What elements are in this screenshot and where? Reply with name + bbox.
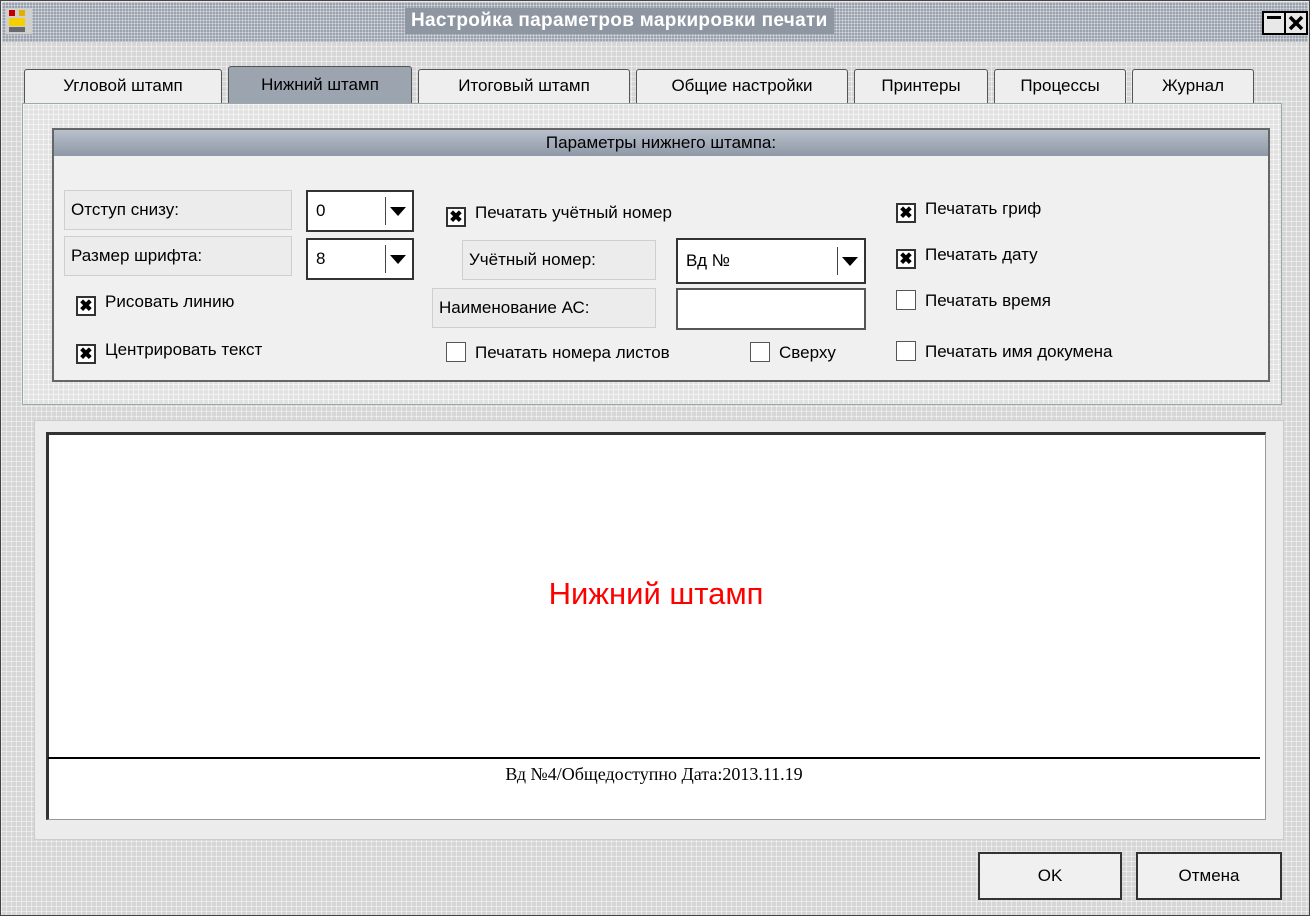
checkbox-unchecked-icon[interactable] [750,342,770,362]
tab-bottom-stamp[interactable]: Нижний штамп [228,66,412,104]
print-account-number-checkbox[interactable]: ✖ Печатать учётный номер [446,200,672,227]
print-date-label: Печатать дату [925,245,1038,264]
checkbox-unchecked-icon[interactable] [446,342,466,362]
tab-printers[interactable]: Принтеры [854,69,988,103]
print-date-checkbox[interactable]: ✖ Печатать дату [896,242,1038,269]
center-text-label: Центрировать текст [105,340,263,359]
tab-total-stamp[interactable]: Итоговый штамп [418,69,630,103]
checkbox-checked-icon[interactable]: ✖ [896,249,916,269]
on-top-label: Сверху [779,343,836,362]
bottom-offset-label: Отступ снизу: [64,190,292,230]
minimize-icon[interactable] [1262,11,1286,35]
as-name-input[interactable] [676,288,866,330]
checkbox-unchecked-icon[interactable] [896,290,916,310]
account-number-combo[interactable]: Вд № [676,238,866,284]
center-text-checkbox[interactable]: ✖ Центрировать текст [76,337,263,364]
close-icon[interactable] [1284,11,1308,35]
group-header: Параметры нижнего штампа: [54,130,1268,156]
print-doc-name-label: Печатать имя докумена [925,342,1113,361]
app-icon[interactable] [6,8,32,34]
tab-journal[interactable]: Журнал [1132,69,1254,103]
stamp-line [48,757,1260,759]
tab-corner-stamp[interactable]: Угловой штамп [24,69,222,103]
font-size-value: 8 [316,249,326,268]
print-doc-name-checkbox[interactable]: Печатать имя докумена [896,339,1113,365]
print-sheet-numbers-checkbox[interactable]: Печатать номера листов [446,340,670,366]
cancel-button[interactable]: Отмена [1136,852,1282,900]
font-size-label: Размер шрифта: [64,236,292,276]
draw-line-checkbox[interactable]: ✖ Рисовать линию [76,289,235,316]
account-number-value: Вд № [686,251,731,270]
checkbox-checked-icon[interactable]: ✖ [446,207,466,227]
account-number-label: Учётный номер: [462,240,656,280]
font-size-combo[interactable]: 8 [306,238,414,280]
print-account-number-label: Печатать учётный номер [475,203,672,222]
ok-button[interactable]: OK [978,852,1122,900]
bottom-offset-value: 0 [316,201,326,220]
stamp-preview [46,432,1266,820]
chevron-down-icon[interactable] [837,247,862,275]
chevron-down-icon[interactable] [385,245,410,273]
tab-general-settings[interactable]: Общие настройки [636,69,848,103]
window-title: Настройка параметров маркировки печати [405,8,834,34]
bottom-offset-combo[interactable]: 0 [306,190,414,232]
on-top-checkbox[interactable]: Сверху [750,340,836,366]
draw-line-label: Рисовать линию [105,292,235,311]
print-time-label: Печатать время [925,291,1051,310]
checkbox-unchecked-icon[interactable] [896,341,916,361]
chevron-down-icon[interactable] [385,197,410,225]
print-time-checkbox[interactable]: Печатать время [896,288,1051,314]
print-classification-label: Печатать гриф [925,199,1042,218]
preview-title: Нижний штамп [548,576,764,611]
stamp-text: Вд №4/Общедоступно Дата:2013.11.19 [505,764,803,784]
checkbox-checked-icon[interactable]: ✖ [76,296,96,316]
tab-processes[interactable]: Процессы [994,69,1126,103]
as-name-label: Наименование АС: [432,288,656,328]
checkbox-checked-icon[interactable]: ✖ [76,344,96,364]
print-sheet-numbers-label: Печатать номера листов [475,343,670,362]
checkbox-checked-icon[interactable]: ✖ [896,203,916,223]
print-classification-checkbox[interactable]: ✖ Печатать гриф [896,196,1042,223]
